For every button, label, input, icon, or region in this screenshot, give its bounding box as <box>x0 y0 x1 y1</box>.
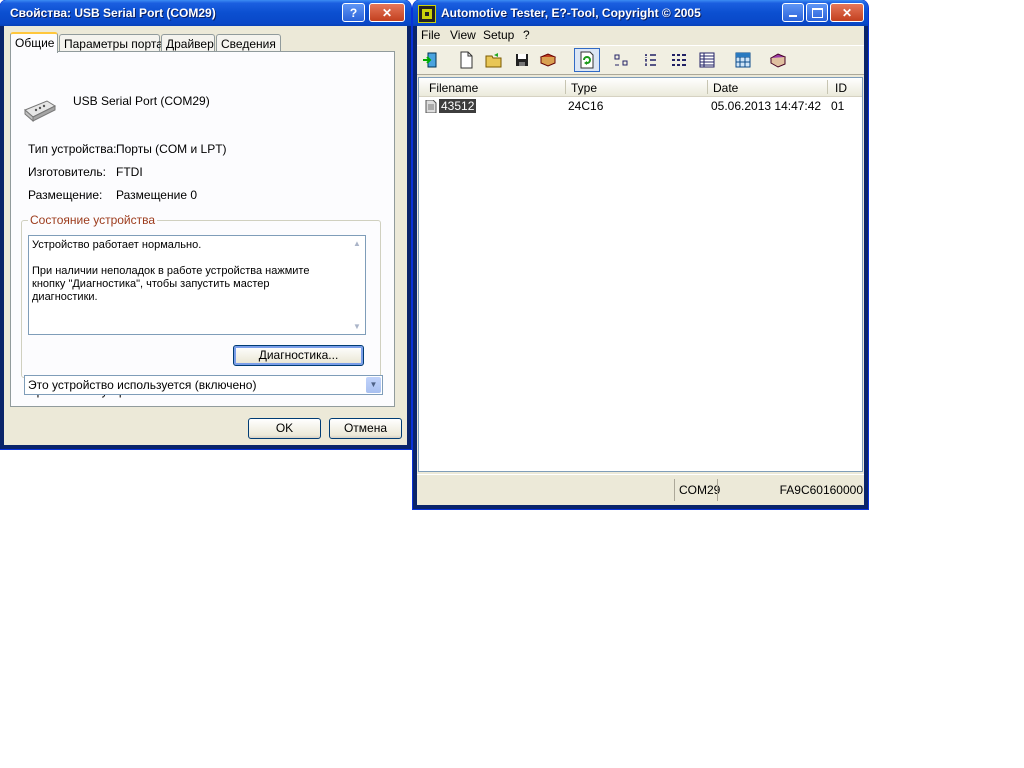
toolbar <box>417 45 864 75</box>
device-properties-window: Свойства: USB Serial Port (COM29) ? ✕ Об… <box>0 0 411 449</box>
row-id: 01 <box>831 99 845 113</box>
device-status-text: Устройство работает нормально. При налич… <box>32 239 332 304</box>
maximize-icon <box>811 8 823 18</box>
grid-icon[interactable] <box>732 49 754 71</box>
menu-setup[interactable]: Setup <box>483 28 514 42</box>
status-pane-empty <box>417 479 673 501</box>
save-icon[interactable] <box>511 49 533 71</box>
device-status-group: Состояние устройства Устройство работает… <box>21 213 381 378</box>
column-divider[interactable] <box>707 80 708 94</box>
file-icon <box>425 99 437 116</box>
device-type-label: Тип устройства: <box>28 142 117 156</box>
scroll-up-icon[interactable]: ▲ <box>350 239 364 248</box>
device-name: USB Serial Port (COM29) <box>73 94 210 108</box>
window-title: Automotive Tester, E?-Tool, Copyright © … <box>441 6 701 20</box>
manufacturer-label: Изготовитель: <box>28 165 106 179</box>
open-folder-icon[interactable] <box>483 49 505 71</box>
close-button[interactable]: ✕ <box>369 3 405 22</box>
column-date[interactable]: Date <box>713 81 738 95</box>
dialog-body: Общие Параметры порта Драйвер Сведения U… <box>4 26 407 445</box>
new-file-icon[interactable] <box>455 49 477 71</box>
menu-help[interactable]: ? <box>523 28 530 42</box>
minimize-icon <box>789 15 797 17</box>
table-row[interactable]: 43512 24C16 05.06.2013 14:47:42 01 <box>419 97 862 115</box>
device-status-title: Состояние устройства <box>28 213 158 227</box>
list-header: Filename Type Date ID <box>419 78 862 97</box>
status-bar: COM29 FA9C60160000 <box>417 474 864 505</box>
minimize-button[interactable] <box>782 3 804 22</box>
tab-details[interactable]: Сведения <box>216 34 281 52</box>
column-id[interactable]: ID <box>835 81 847 95</box>
help-book-icon[interactable] <box>767 49 789 71</box>
file-list[interactable]: Filename Type Date ID 43512 24C16 05.06.… <box>418 77 863 472</box>
usb-port-icon <box>23 98 57 127</box>
scroll-down-icon[interactable]: ▼ <box>350 322 364 331</box>
large-icons-icon[interactable] <box>610 49 632 71</box>
row-date: 05.06.2013 14:47:42 <box>711 99 822 113</box>
column-divider[interactable] <box>565 80 566 94</box>
status-line-1: Устройство работает нормально. <box>32 239 202 251</box>
title-bar[interactable]: Automotive Tester, E?-Tool, Copyright © … <box>413 0 868 26</box>
small-icons-icon[interactable] <box>640 49 662 71</box>
device-usage-value: Это устройство используется (включено) <box>28 378 257 392</box>
tab-panel-general: USB Serial Port (COM29) Тип устройства: … <box>10 51 395 407</box>
device-type-value: Порты (COM и LPT) <box>116 142 227 156</box>
menu-view[interactable]: View <box>450 28 476 42</box>
column-type[interactable]: Type <box>571 81 597 95</box>
status-scrollbar[interactable]: ▲ ▼ <box>350 237 364 333</box>
etool-body: File View Setup ? Filename Type Date ID … <box>417 26 864 505</box>
maximize-button[interactable] <box>806 3 828 22</box>
etool-window: Automotive Tester, E?-Tool, Copyright © … <box>413 0 868 509</box>
row-type: 24C16 <box>568 99 604 113</box>
menu-file[interactable]: File <box>421 28 440 42</box>
close-button[interactable]: ✕ <box>830 3 864 22</box>
details-view-icon[interactable] <box>696 49 718 71</box>
device-status-textbox[interactable]: Устройство работает нормально. При налич… <box>28 235 366 335</box>
chevron-down-icon[interactable]: ▼ <box>366 377 381 393</box>
app-icon <box>418 5 436 23</box>
window-title: Свойства: USB Serial Port (COM29) <box>10 6 216 20</box>
column-filename[interactable]: Filename <box>429 81 478 95</box>
device-usage-select[interactable]: Это устройство используется (включено) ▼ <box>24 375 383 395</box>
manufacturer-value: FTDI <box>116 165 143 179</box>
export-icon[interactable] <box>419 49 441 71</box>
status-port: COM29 <box>674 479 720 501</box>
column-divider[interactable] <box>827 80 828 94</box>
book-icon[interactable] <box>537 49 559 71</box>
help-button[interactable]: ? <box>342 3 365 22</box>
location-label: Размещение: <box>28 188 103 202</box>
status-serial: FA9C60160000 <box>717 479 863 501</box>
tab-driver[interactable]: Драйвер <box>161 34 215 52</box>
menu-bar: File View Setup ? <box>417 26 864 45</box>
status-line-2: При наличии неполадок в работе устройств… <box>32 265 310 303</box>
diagnostics-button[interactable]: Диагностика... <box>233 345 364 366</box>
tab-port-settings[interactable]: Параметры порта <box>59 34 163 52</box>
list-view-icon[interactable] <box>668 49 690 71</box>
tab-general[interactable]: Общие <box>10 32 58 53</box>
ok-button[interactable]: OK <box>248 418 321 439</box>
row-filename[interactable]: 43512 <box>439 99 477 113</box>
title-bar[interactable]: Свойства: USB Serial Port (COM29) ? ✕ <box>0 0 411 26</box>
refresh-icon[interactable] <box>574 48 600 72</box>
location-value: Размещение 0 <box>116 188 197 202</box>
cancel-button[interactable]: Отмена <box>329 418 402 439</box>
